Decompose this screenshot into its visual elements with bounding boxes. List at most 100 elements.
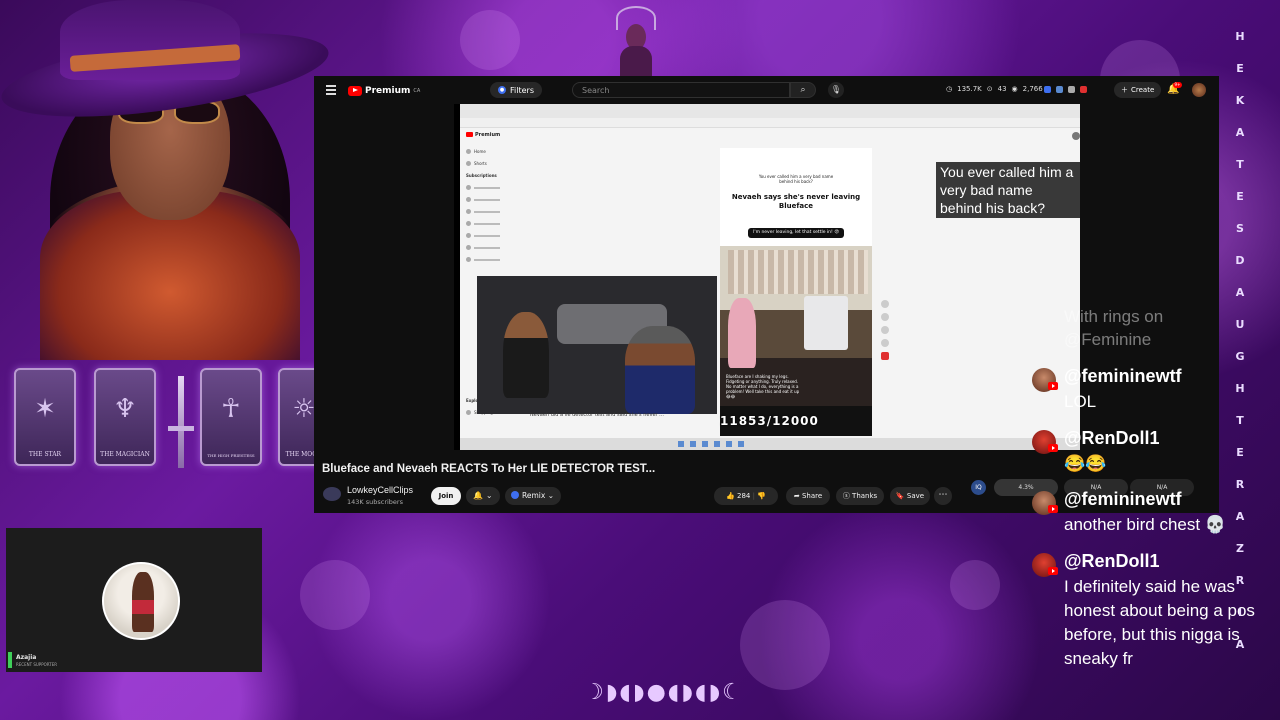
filter-icon: ●: [498, 86, 506, 94]
youtube-play-icon: [348, 85, 362, 96]
avatar[interactable]: [1192, 83, 1206, 97]
reactor-video: [477, 276, 717, 414]
banner-letter: A: [1235, 510, 1245, 523]
stats-icon: IQ: [971, 480, 986, 495]
inner-browser-tabs: [460, 104, 1080, 118]
chat-username: @RenDoll1: [1064, 551, 1160, 571]
banner-letter: E: [1236, 62, 1244, 75]
share-button[interactable]: ➦ Share: [786, 487, 830, 505]
create-label: Create: [1131, 86, 1155, 94]
youtube-badge-icon: [1048, 444, 1058, 452]
scroll-icon: [1072, 132, 1080, 140]
search-input[interactable]: Search: [572, 82, 790, 98]
tiktok-caption: Blueface are I shaking my legs. Fidgetin…: [726, 374, 800, 399]
menu-icon[interactable]: [326, 85, 336, 95]
mic-icon[interactable]: 🎙: [828, 82, 844, 98]
heart-icon: [881, 300, 889, 308]
filters-button[interactable]: ● Filters: [490, 82, 542, 98]
region-label: CA: [413, 87, 421, 94]
tarot-caption: THE STAR: [28, 451, 62, 458]
banner-letter: A: [1235, 638, 1245, 651]
chat-username: @femininewtf: [1064, 366, 1182, 386]
sound-icon: [881, 352, 889, 360]
chat-username: @femininewtf: [1064, 489, 1182, 509]
reactor-person: [503, 312, 549, 398]
eye-icon: ◉: [1011, 85, 1018, 93]
subscribe-bell-button[interactable]: 🔔 ⌄: [466, 487, 500, 505]
sword-decoration: [168, 376, 194, 468]
tarot-caption: THE MAGICIAN: [100, 451, 150, 458]
video-player[interactable]: Premium Home Shorts Subscriptions Explor…: [454, 104, 1080, 450]
banner-letter: T: [1236, 158, 1244, 171]
supporter-label: RECENT SUPPORTER: [16, 662, 58, 667]
chat-fading-line: With rings on: [1064, 307, 1164, 326]
magician-icon: ♆: [113, 394, 137, 424]
bokeh-light: [740, 600, 830, 690]
banner-letter: H: [1235, 30, 1245, 43]
bell-icon: 🔔: [473, 491, 484, 500]
tiktok-pill: I'm never leaving, let that settle in! 😡: [748, 228, 844, 238]
inner-taskbar: [460, 438, 1080, 450]
share-label: Share: [801, 492, 823, 500]
bokeh-light: [460, 10, 520, 70]
more-options-icon[interactable]: ⋯: [934, 487, 952, 505]
witch-artwork: [0, 0, 334, 360]
video-title: Blueface and Nevaeh REACTS To Her LIE DE…: [322, 463, 656, 475]
chat-username: @RenDoll1: [1064, 428, 1160, 448]
webcam-feed: [102, 562, 180, 640]
like-dislike-button[interactable]: 👍 284 | 👎: [714, 487, 778, 505]
bookmark-icon: [881, 326, 889, 334]
banner-letter: Z: [1236, 542, 1244, 555]
chat-overlay: With rings on @Feminine @femininewtf LOL…: [1030, 280, 1258, 700]
chat-text: 😂😂: [1064, 454, 1107, 473]
extension-icon[interactable]: [1068, 86, 1075, 93]
channel-name[interactable]: LowkeyCellClips: [347, 485, 413, 495]
supporter-tag-bar: [8, 652, 12, 668]
save-label: Save: [906, 492, 925, 500]
youtube-badge-icon: [1048, 505, 1058, 513]
reactor-person: [625, 326, 695, 414]
tarot-caption: THE HIGH PRIESTESS: [207, 453, 255, 458]
banner-letter: D: [1235, 254, 1245, 267]
channel-subscribers: 143K subscribers: [347, 498, 403, 506]
chat-text: I definitely said he was honest about be…: [1064, 577, 1255, 668]
notification-badge: 9+: [1173, 82, 1182, 88]
remix-button[interactable]: Remix ⌄: [505, 487, 561, 505]
live-icon: ⊙: [986, 85, 993, 93]
thanks-icon: ⓢ: [842, 492, 850, 500]
banner-letter: K: [1235, 94, 1245, 107]
moon-phases-decoration: ☽◗◖◗●◖◗◖◗☾: [584, 680, 744, 705]
create-button[interactable]: ＋ Create: [1114, 82, 1162, 98]
question-overlay: You ever called him a very bad name behi…: [936, 162, 1080, 218]
extension-icon[interactable]: [1056, 86, 1063, 93]
extension-icon[interactable]: [1044, 86, 1051, 93]
tarot-card: ✶ THE STAR: [14, 368, 76, 466]
youtube-badge-icon: [1048, 567, 1058, 575]
join-button[interactable]: Join: [431, 487, 461, 505]
tiktok-header: You ever called him a very bad name behi…: [720, 148, 872, 246]
chat-text: another bird chest 💀: [1064, 515, 1226, 534]
banner-letter: H: [1235, 382, 1245, 395]
search-icon[interactable]: ⌕: [790, 82, 816, 98]
vertical-banner: H E K A T E S D A U G H T E R A Z R I A: [1234, 30, 1246, 670]
stat-views: 135.7K: [957, 85, 982, 93]
star-icon: ✶: [34, 394, 56, 424]
stat-live: 43: [997, 85, 1007, 93]
channel-avatar[interactable]: [323, 487, 341, 501]
banner-letter: R: [1235, 574, 1245, 587]
banner-letter: S: [1236, 222, 1244, 235]
bookmark-icon: 🔖: [895, 492, 905, 500]
priestess-icon: ☥: [221, 394, 241, 424]
tiktok-action-rail: [878, 300, 892, 400]
tarot-card: ☥ THE HIGH PRIESTESS: [200, 368, 262, 466]
tarot-card: ♆ THE MAGICIAN: [94, 368, 156, 466]
youtube-logo[interactable]: Premium CA: [348, 84, 420, 97]
inner-logo: Premium: [466, 132, 522, 138]
save-button[interactable]: 🔖 Save: [890, 487, 930, 505]
inner-subscriptions: Subscriptions: [466, 173, 497, 178]
goddess-emblem: [612, 6, 660, 78]
reactor-caption: Nevaeh did a lie detector test and said …: [530, 412, 664, 418]
thanks-button[interactable]: ⓢ Thanks: [836, 487, 884, 505]
extension-icon[interactable]: [1080, 86, 1087, 93]
banner-letter: A: [1235, 126, 1245, 139]
